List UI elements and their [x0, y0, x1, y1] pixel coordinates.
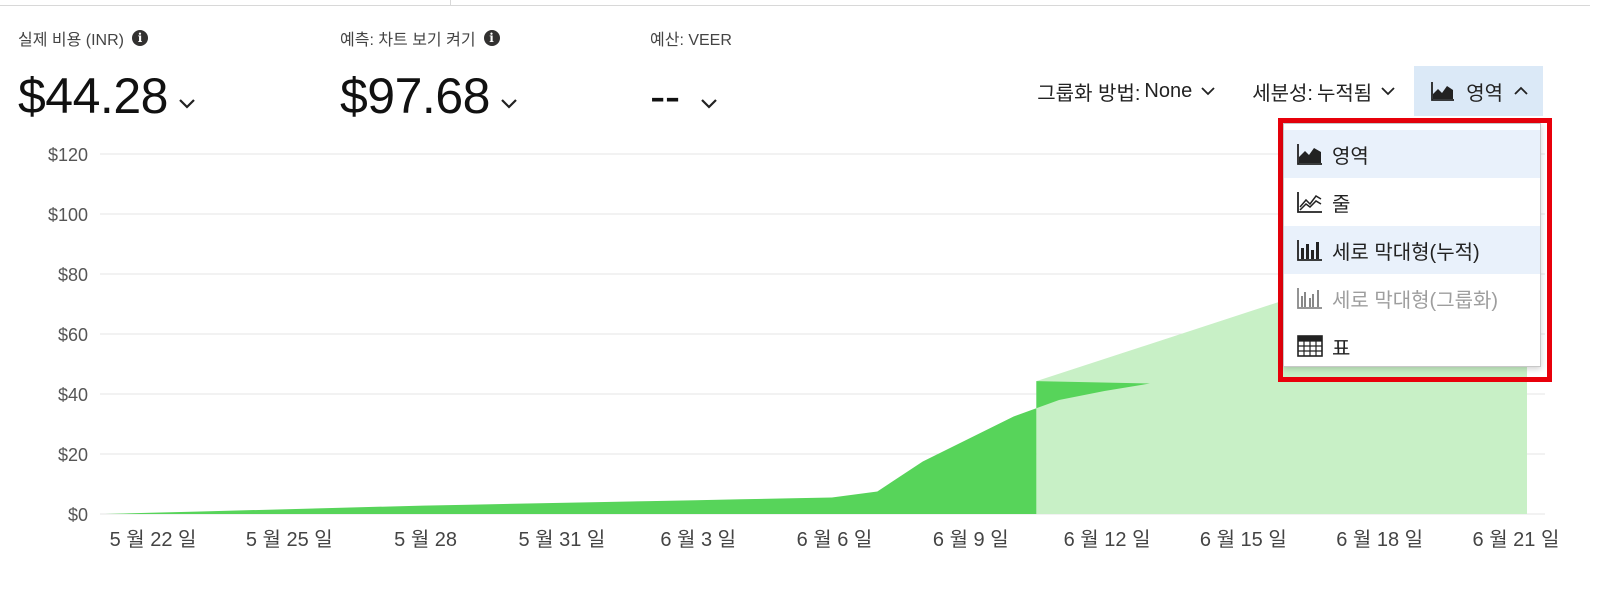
chevron-up-icon	[1514, 86, 1528, 95]
y-tick-label: $0	[68, 505, 88, 525]
budget-metric: 예산: VEER --	[650, 28, 732, 124]
info-icon[interactable]: i	[483, 30, 500, 46]
budget-label: 예산: VEER	[650, 32, 732, 49]
chevron-down-icon	[1201, 87, 1215, 96]
top-panel-border	[0, 0, 1590, 6]
budget-dropdown[interactable]: --	[650, 68, 732, 124]
chart-type-dropdown[interactable]: 영역	[1414, 66, 1543, 116]
x-tick-label: 6 월 21 일	[1473, 528, 1560, 551]
forecast-metric: 예측: 차트 보기 켜기 i $97.68	[340, 28, 518, 124]
chart-type-menu: 영역 줄 세로 막대형(누적) 세로 막대형(그룹화) 표	[1283, 123, 1541, 367]
actual-cost-label: 실제 비용 (INR)	[18, 32, 124, 49]
chevron-down-icon	[179, 99, 195, 109]
menu-item-column-stacked[interactable]: 세로 막대형(누적)	[1284, 226, 1540, 274]
x-tick-label: 5 월 25 일	[246, 528, 333, 551]
forecast-dropdown[interactable]: $97.68	[340, 68, 518, 124]
menu-item-label: 줄	[1332, 193, 1351, 216]
menu-item-table[interactable]: 표	[1284, 322, 1540, 370]
y-tick-label: $20	[58, 445, 88, 465]
chevron-down-icon	[700, 99, 717, 109]
y-tick-label: $60	[58, 325, 88, 345]
actual-cost-metric: 실제 비용 (INR) i $44.28	[18, 28, 196, 124]
menu-item-label: 영역	[1332, 145, 1369, 168]
table-icon	[1297, 335, 1323, 357]
actual-cost-area	[105, 381, 1150, 514]
granularity-label: 세분성:	[1252, 82, 1313, 105]
granularity-value: 누적됨	[1316, 82, 1373, 105]
chart-type-label: 영역	[1466, 82, 1503, 105]
x-tick-label: 6 월 18 일	[1336, 528, 1423, 551]
group-by-value: None	[1144, 79, 1193, 102]
chevron-down-icon	[501, 99, 517, 109]
actual-cost-value: $44.28	[18, 68, 168, 124]
menu-item-column-grouped[interactable]: 세로 막대형(그룹화)	[1284, 274, 1540, 322]
chart-toolbar: 그룹화 방법: None 세분성: 누적됨 영역	[1019, 66, 1543, 116]
granularity-dropdown[interactable]: 세분성: 누적됨	[1234, 66, 1414, 116]
menu-item-label: 세로 막대형(그룹화)	[1332, 289, 1499, 312]
chevron-down-icon	[1381, 87, 1395, 96]
x-tick-label: 5 월 22 일	[110, 528, 197, 551]
forecast-label: 예측: 차트 보기 켜기	[340, 32, 476, 49]
group-by-label: 그룹화 방법:	[1037, 82, 1141, 105]
x-tick-label: 5 월 31 일	[518, 528, 605, 551]
menu-item-line[interactable]: 줄	[1284, 178, 1540, 226]
menu-item-label: 세로 막대형(누적)	[1332, 241, 1480, 264]
y-tick-label: $100	[48, 205, 88, 225]
area-chart-icon	[1297, 144, 1322, 165]
y-tick-label: $80	[58, 265, 88, 285]
actual-cost-dropdown[interactable]: $44.28	[18, 68, 196, 124]
x-tick-label: 6 월 12 일	[1064, 528, 1151, 551]
column-chart-icon	[1297, 288, 1322, 309]
x-tick-label: 6 월 3 일	[660, 528, 736, 551]
area-chart-icon	[1431, 82, 1455, 101]
info-icon[interactable]: i	[131, 30, 148, 46]
y-tick-label: $120	[48, 145, 88, 165]
column-chart-icon	[1297, 240, 1322, 261]
panel-separator	[450, 0, 451, 5]
menu-item-area[interactable]: 영역	[1284, 130, 1540, 178]
menu-item-label: 표	[1332, 337, 1351, 360]
budget-value: --	[650, 70, 680, 122]
x-tick-label: 6 월 6 일	[797, 528, 873, 551]
y-tick-label: $40	[58, 385, 88, 405]
x-tick-label: 6 월 15 일	[1200, 528, 1287, 551]
forecast-value: $97.68	[340, 68, 490, 124]
x-tick-label: 5 월 28	[394, 528, 457, 551]
line-chart-icon	[1297, 192, 1322, 213]
group-by-dropdown[interactable]: 그룹화 방법: None	[1019, 66, 1234, 116]
x-tick-label: 6 월 9 일	[933, 528, 1009, 551]
